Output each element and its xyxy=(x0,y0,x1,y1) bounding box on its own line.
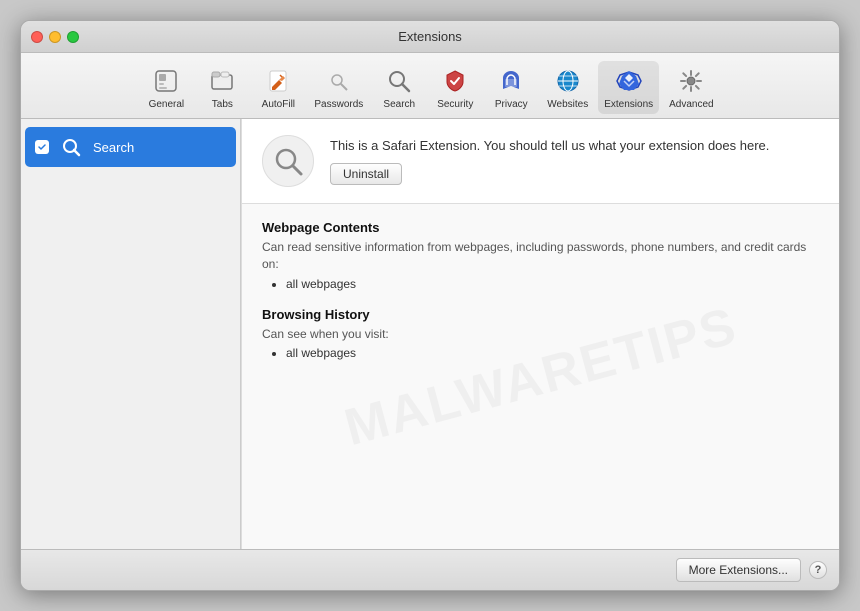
browsing-history-section: Browsing History Can see when you visit:… xyxy=(262,307,819,361)
safari-extensions-window: Extensions General T xyxy=(20,20,840,591)
autofill-icon xyxy=(262,65,294,97)
toolbar-security[interactable]: Security xyxy=(429,61,481,114)
maximize-button[interactable] xyxy=(67,31,79,43)
permissions-section: MALWARETIPS Webpage Contents Can read se… xyxy=(242,204,839,549)
browsing-history-desc: Can see when you visit: xyxy=(262,326,819,343)
toolbar-search[interactable]: Search xyxy=(373,61,425,114)
websites-label: Websites xyxy=(547,99,588,110)
toolbar-advanced[interactable]: Advanced xyxy=(663,61,719,114)
webpage-contents-list: all webpages xyxy=(262,277,819,291)
autofill-label: AutoFill xyxy=(262,99,295,110)
toolbar: General Tabs AutoFill xyxy=(21,53,839,119)
privacy-icon xyxy=(495,65,527,97)
extension-sidebar-label: Search xyxy=(93,140,134,155)
more-extensions-button[interactable]: More Extensions... xyxy=(676,558,801,582)
close-button[interactable] xyxy=(31,31,43,43)
minimize-button[interactable] xyxy=(49,31,61,43)
security-icon xyxy=(439,65,471,97)
webpage-contents-section: Webpage Contents Can read sensitive info… xyxy=(262,220,819,291)
webpage-contents-desc: Can read sensitive information from webp… xyxy=(262,239,819,273)
advanced-label: Advanced xyxy=(669,99,713,110)
search-label: Search xyxy=(383,99,415,110)
passwords-label: Passwords xyxy=(314,99,363,110)
toolbar-autofill[interactable]: AutoFill xyxy=(252,61,304,114)
toolbar-general[interactable]: General xyxy=(140,61,192,114)
toolbar-passwords[interactable]: Passwords xyxy=(308,61,369,114)
main-content: Search This is a Safari Extension. You s… xyxy=(21,119,839,549)
general-label: General xyxy=(149,99,185,110)
security-label: Security xyxy=(437,99,473,110)
titlebar: Extensions xyxy=(21,21,839,53)
sidebar: Search xyxy=(21,119,241,549)
tabs-label: Tabs xyxy=(212,99,233,110)
content-panel: This is a Safari Extension. You should t… xyxy=(241,119,839,549)
extension-info: This is a Safari Extension. You should t… xyxy=(330,137,819,185)
extension-icon xyxy=(262,135,314,187)
extension-header: This is a Safari Extension. You should t… xyxy=(242,119,839,204)
websites-icon xyxy=(552,65,584,97)
extensions-label: Extensions xyxy=(604,99,653,110)
sidebar-item-search-ext[interactable]: Search xyxy=(25,127,236,167)
general-icon xyxy=(150,65,182,97)
list-item: all webpages xyxy=(286,277,819,291)
window-title: Extensions xyxy=(398,29,462,44)
passwords-icon xyxy=(323,65,355,97)
extension-description: This is a Safari Extension. You should t… xyxy=(330,137,819,155)
toolbar-extensions[interactable]: Extensions xyxy=(598,61,659,114)
browsing-history-list: all webpages xyxy=(262,346,819,360)
extensions-icon xyxy=(613,65,645,97)
toolbar-privacy[interactable]: Privacy xyxy=(485,61,537,114)
webpage-contents-title: Webpage Contents xyxy=(262,220,819,235)
extension-sidebar-icon xyxy=(57,133,85,161)
uninstall-button[interactable]: Uninstall xyxy=(330,163,402,185)
window-controls xyxy=(31,31,79,43)
advanced-icon xyxy=(675,65,707,97)
toolbar-websites[interactable]: Websites xyxy=(541,61,594,114)
extension-checkbox[interactable] xyxy=(35,140,49,154)
tabs-icon xyxy=(206,65,238,97)
help-button[interactable]: ? xyxy=(809,561,827,579)
search-icon xyxy=(383,65,415,97)
list-item: all webpages xyxy=(286,346,819,360)
privacy-label: Privacy xyxy=(495,99,528,110)
browsing-history-title: Browsing History xyxy=(262,307,819,322)
toolbar-tabs[interactable]: Tabs xyxy=(196,61,248,114)
footer: More Extensions... ? xyxy=(21,549,839,590)
